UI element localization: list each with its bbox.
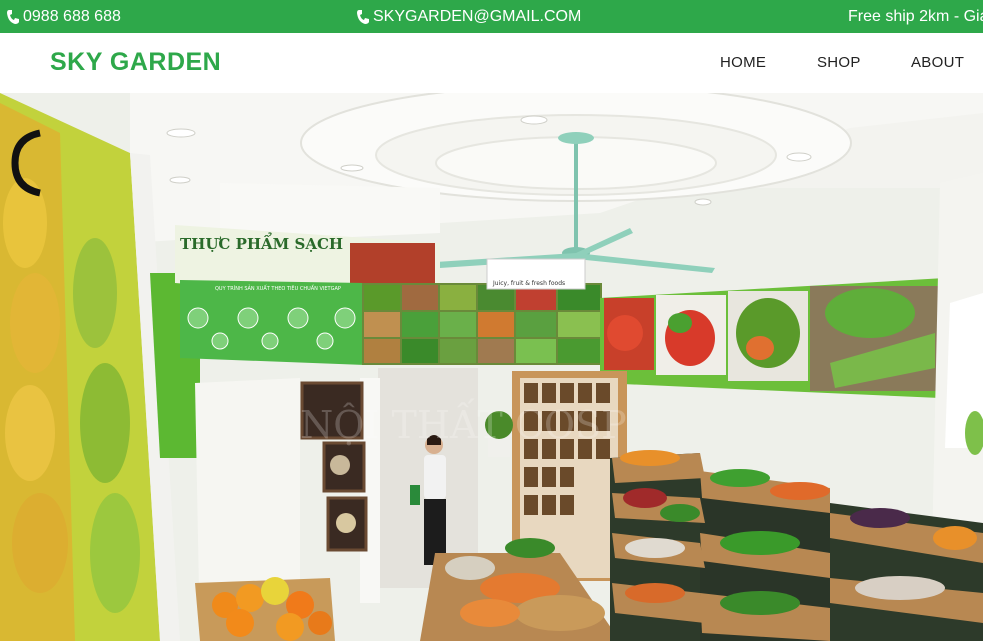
shipping-notice: Free ship 2km - Gia <box>848 8 983 26</box>
email-address: SKYGARDEN@GMAIL.COM <box>373 8 582 25</box>
top-info-bar: 0988 688 688 SKYGARDEN@GMAIL.COM Free sh… <box>0 0 983 33</box>
nav-shop[interactable]: SHOP <box>817 54 861 71</box>
brand-logo[interactable]: SKY GARDEN <box>50 48 221 77</box>
site-header: SKY GARDEN HOME SHOP ABOUT <box>0 33 983 93</box>
shop-sign-text: Juicy, fruit & fresh foods <box>492 280 565 287</box>
shipping-text: Free ship 2km - Gia <box>848 8 983 25</box>
banner-title-text: THỰC PHẨM SẠCH <box>180 232 343 253</box>
phone-icon <box>7 10 19 24</box>
email-contact[interactable]: SKYGARDEN@GMAIL.COM <box>356 8 581 26</box>
hero-banner: THỰC PHẨM SẠCH QUY TRÌNH SẢN XUẤT THEO T… <box>0 93 983 641</box>
phone-number: 0988 688 688 <box>23 8 121 25</box>
hero-store-image: THỰC PHẨM SẠCH QUY TRÌNH SẢN XUẤT THEO T… <box>0 93 983 641</box>
process-title-text: QUY TRÌNH SẢN XUẤT THEO TIÊU CHUẨN VIETG… <box>215 284 341 292</box>
phone-contact[interactable]: 0988 688 688 <box>6 8 121 26</box>
nav-home[interactable]: HOME <box>720 54 766 71</box>
watermark-text: NỘI THẤT COSP <box>300 399 627 447</box>
phone-icon <box>357 10 369 24</box>
nav-about[interactable]: ABOUT <box>911 54 964 71</box>
